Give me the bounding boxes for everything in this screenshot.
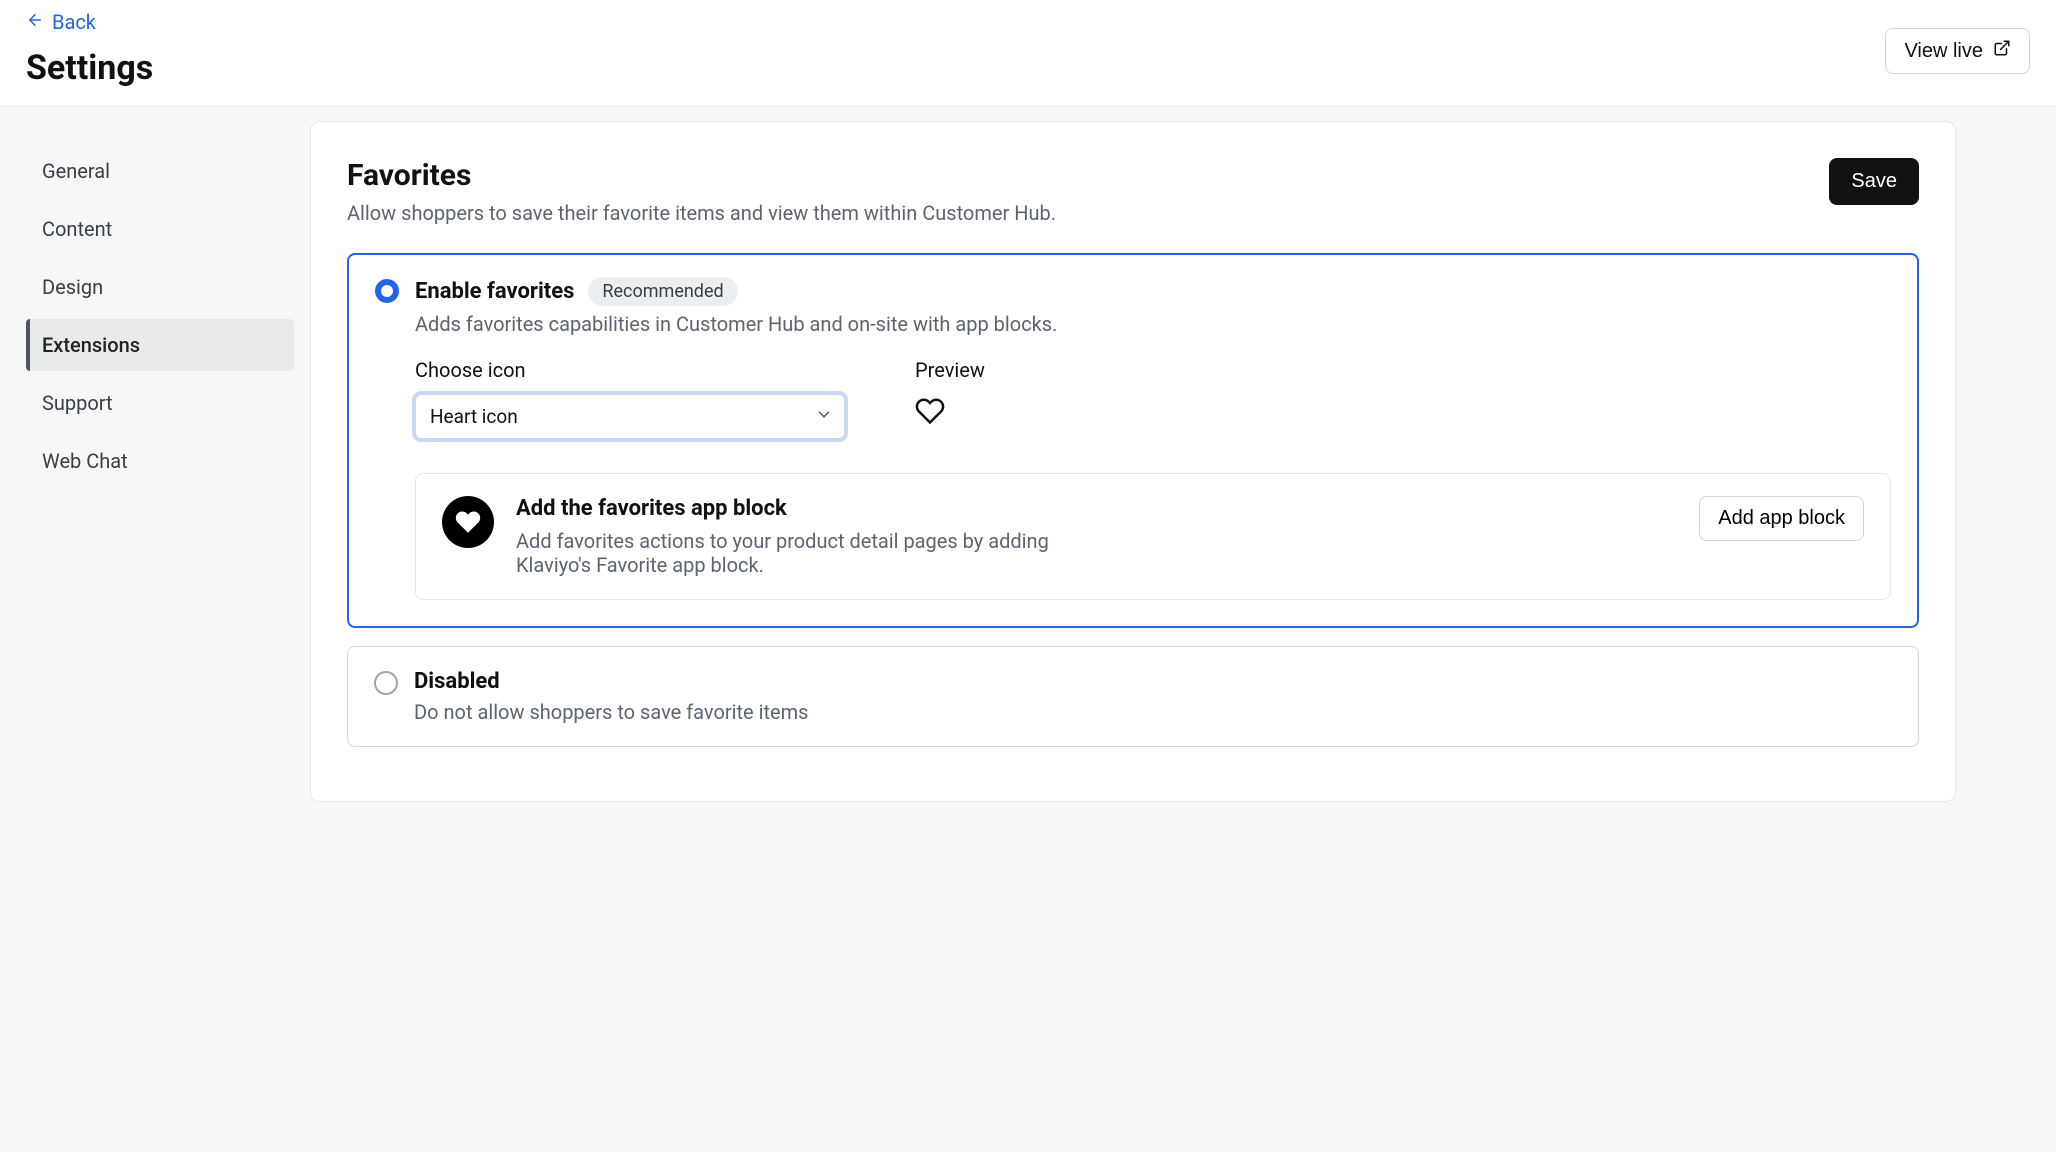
view-live-label: View live <box>1904 40 1983 63</box>
section-title: Favorites <box>347 158 1056 193</box>
recommended-badge: Recommended <box>588 277 737 306</box>
enable-favorites-label: Enable favorites <box>415 279 574 304</box>
sidebar-item-general[interactable]: General <box>26 145 294 197</box>
callout-title: Add the favorites app block <box>516 496 1677 521</box>
save-button[interactable]: Save <box>1829 158 1919 205</box>
choose-icon-label: Choose icon <box>415 358 845 382</box>
arrow-left-icon <box>26 10 44 34</box>
enable-favorites-description: Adds favorites capabilities in Customer … <box>415 312 1891 336</box>
disabled-label: Disabled <box>414 669 500 694</box>
heart-icon <box>915 410 945 431</box>
back-link-label: Back <box>52 10 96 34</box>
sidebar-item-design[interactable]: Design <box>26 261 294 313</box>
sidebar-item-web-chat[interactable]: Web Chat <box>26 435 294 487</box>
sidebar-item-support[interactable]: Support <box>26 377 294 429</box>
sidebar-item-extensions[interactable]: Extensions <box>26 319 294 371</box>
disabled-description: Do not allow shoppers to save favorite i… <box>414 700 1892 724</box>
heart-filled-icon <box>442 496 494 548</box>
radio-disabled[interactable] <box>374 671 398 695</box>
external-link-icon <box>1993 39 2011 63</box>
back-link[interactable]: Back <box>26 10 96 34</box>
favorites-card: Favorites Allow shoppers to save their f… <box>310 121 1956 802</box>
preview-label: Preview <box>915 358 985 382</box>
radio-enable-favorites[interactable] <box>375 279 399 303</box>
choose-icon-select[interactable]: Heart icon <box>415 394 845 439</box>
add-app-block-button[interactable]: Add app block <box>1699 496 1864 541</box>
option-enable-favorites[interactable]: Enable favorites Recommended Adds favori… <box>347 253 1919 628</box>
option-disabled[interactable]: Disabled Do not allow shoppers to save f… <box>347 646 1919 747</box>
callout-description: Add favorites actions to your product de… <box>516 529 1076 577</box>
add-app-block-callout: Add the favorites app block Add favorite… <box>415 473 1891 600</box>
sidebar-item-content[interactable]: Content <box>26 203 294 255</box>
view-live-button[interactable]: View live <box>1885 28 2030 74</box>
page-title: Settings <box>26 48 2030 88</box>
section-subtitle: Allow shoppers to save their favorite it… <box>347 201 1056 225</box>
settings-sidebar: General Content Design Extensions Suppor… <box>0 121 310 802</box>
